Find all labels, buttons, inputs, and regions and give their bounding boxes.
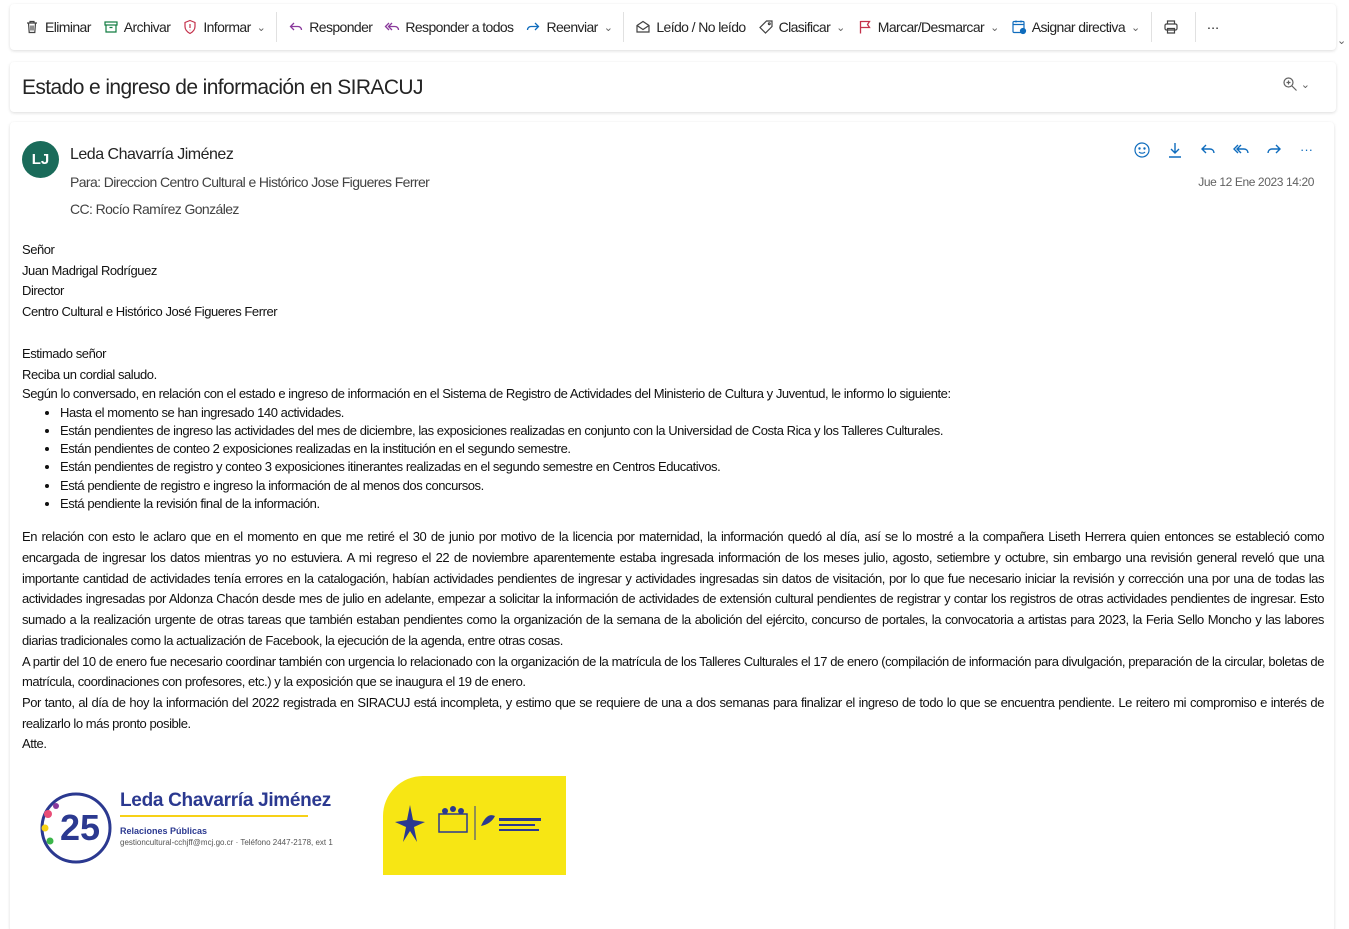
institution-logos-icon — [395, 805, 541, 842]
chevron-down-icon: ⌄ — [603, 21, 613, 34]
status-list-wrapper: Hasta el momento se han ingresado 140 ac… — [22, 404, 1324, 514]
cc-line: CC: Rocío Ramírez González — [70, 201, 239, 217]
reply-all-icon — [384, 22, 400, 31]
body-paragraph: Por tanto, al día de hoy la información … — [22, 694, 1324, 731]
reply-all-button[interactable]: Responder a todos — [378, 12, 519, 42]
chevron-down-icon[interactable]: ⌄ — [1337, 34, 1346, 47]
signature-contact: gestioncultural-cchjff@mcj.go.cr · Teléf… — [120, 838, 333, 847]
status-list: Hasta el momento se han ingresado 140 ac… — [60, 404, 1324, 514]
forward-icon — [527, 22, 540, 31]
forward-button[interactable]: Reenviar ⌄ — [519, 12, 618, 42]
flag-icon — [859, 20, 871, 34]
chevron-down-icon: ⌄ — [1131, 21, 1140, 34]
chevron-down-icon: ⌄ — [990, 21, 999, 34]
archive-label: Archivar — [123, 19, 171, 35]
envelope-open-icon — [636, 20, 650, 33]
chevron-down-icon: ⌄ — [1300, 78, 1310, 91]
body-paragraph: A partir del 10 de enero fue necesario c… — [22, 653, 1324, 690]
report-label: Informar — [203, 19, 251, 35]
address-line: Señor — [22, 242, 55, 257]
body-paragraph: En relación con esto le aclaro que en el… — [22, 529, 1324, 648]
list-item: Están pendientes de registro y conteo 3 … — [60, 458, 1324, 476]
email-signature: 25 Leda Chavarría Jiménez Relaciones Púb… — [32, 776, 566, 875]
command-toolbar: Eliminar Archivar Informar ⌄ Responder R… — [10, 4, 1336, 50]
zoom-icon — [1283, 77, 1297, 91]
cc-recipient[interactable]: Rocío Ramírez González — [96, 201, 240, 217]
delete-label: Eliminar — [45, 19, 91, 35]
reply-label: Responder — [309, 19, 373, 35]
shield-warning-icon — [184, 19, 196, 35]
forward-icon[interactable] — [1264, 140, 1283, 159]
print-button[interactable] — [1157, 12, 1190, 42]
signature-role: Relaciones Públicas — [120, 826, 208, 836]
anniversary-logo-icon: 25 — [40, 792, 112, 864]
toolbar-divider — [623, 12, 625, 42]
address-line: Juan Madrigal Rodríguez — [22, 262, 157, 278]
signature-name: Leda Chavarría Jiménez — [120, 790, 331, 811]
message-date: Jue 12 Ene 2023 14:20 — [1198, 175, 1314, 189]
zoom-button[interactable]: ⌄ — [1282, 76, 1310, 92]
salutation: Reciba un cordial saludo. — [22, 366, 157, 382]
reply-icon — [289, 22, 303, 31]
forward-label: Reenviar — [546, 19, 598, 35]
message-body: Señor Juan Madrigal Rodríguez Director C… — [22, 240, 1324, 755]
signature-card: 25 Leda Chavarría Jiménez Relaciones Púb… — [32, 776, 383, 875]
assign-policy-label: Asignar directiva — [1031, 19, 1126, 35]
subject-bar: Estado e ingreso de información en SIRAC… — [10, 62, 1336, 112]
archive-icon — [104, 21, 118, 33]
to-recipient[interactable]: Direccion Centro Cultural e Histórico Jo… — [104, 174, 430, 190]
address-line: Centro Cultural e Histórico José Figuere… — [22, 304, 278, 320]
more-icon[interactable]: ··· — [1297, 140, 1316, 159]
recipient-line: Para: Direccion Centro Cultural e Histór… — [70, 174, 430, 190]
intro-paragraph: Según lo conversado, en relación con el … — [22, 386, 951, 402]
list-item: Están pendientes de conteo 2 exposicione… — [60, 440, 1324, 458]
read-unread-label: Leído / No leído — [656, 19, 746, 35]
chevron-down-icon: ⌄ — [256, 21, 266, 34]
list-item: Están pendientes de ingreso las activida… — [60, 422, 1324, 440]
report-button[interactable]: Informar ⌄ — [176, 12, 271, 42]
cc-label: CC: — [70, 201, 93, 217]
message-subject: Estado e ingreso de información en SIRAC… — [22, 76, 423, 99]
avatar[interactable]: LJ — [22, 141, 59, 178]
svg-text:25: 25 — [60, 807, 100, 848]
policy-calendar-icon — [1012, 20, 1026, 35]
categorize-button[interactable]: Clasificar ⌄ — [752, 12, 851, 42]
reply-all-label: Responder a todos — [405, 19, 514, 35]
sender-name[interactable]: Leda Chavarría Jiménez — [70, 146, 234, 164]
address-line: Director — [22, 283, 64, 299]
trash-icon — [27, 20, 37, 34]
archive-button[interactable]: Archivar — [97, 12, 177, 42]
printer-icon — [1164, 20, 1178, 34]
emoji-reaction-icon[interactable] — [1132, 140, 1151, 159]
flag-button[interactable]: Marcar/Desmarcar ⌄ — [851, 12, 1005, 42]
list-item: Está pendiente la revisión final de la i… — [60, 495, 1324, 513]
list-item: Está pendiente de registro e ingreso la … — [60, 477, 1324, 495]
download-icon[interactable] — [1165, 140, 1184, 159]
to-label: Para: — [70, 174, 101, 190]
closing: Atte. — [22, 736, 47, 752]
delete-button[interactable]: Eliminar — [18, 12, 97, 42]
more-icon: ··· — [1206, 19, 1220, 35]
toolbar-divider — [1150, 12, 1152, 42]
reply-icon[interactable] — [1198, 140, 1217, 159]
message-card: LJ Leda Chavarría Jiménez Para: Direccio… — [10, 122, 1334, 929]
reply-all-icon[interactable] — [1231, 140, 1250, 159]
more-actions-button[interactable]: ··· — [1201, 12, 1225, 42]
chevron-down-icon: ⌄ — [836, 21, 845, 34]
signature-banner — [383, 776, 566, 875]
read-unread-button[interactable]: Leído / No leído — [629, 12, 751, 42]
tag-icon — [758, 20, 773, 34]
reply-button[interactable]: Responder — [282, 12, 378, 42]
toolbar-divider — [276, 12, 278, 42]
assign-policy-button[interactable]: Asignar directiva ⌄ — [1005, 12, 1146, 42]
flag-label: Marcar/Desmarcar — [877, 19, 985, 35]
toolbar-divider — [1194, 12, 1196, 42]
signature-underline — [120, 815, 308, 817]
message-actions: ··· — [1132, 140, 1316, 159]
categorize-label: Clasificar — [778, 19, 831, 35]
greeting: Estimado señor — [22, 345, 107, 361]
list-item: Hasta el momento se han ingresado 140 ac… — [60, 404, 1324, 422]
